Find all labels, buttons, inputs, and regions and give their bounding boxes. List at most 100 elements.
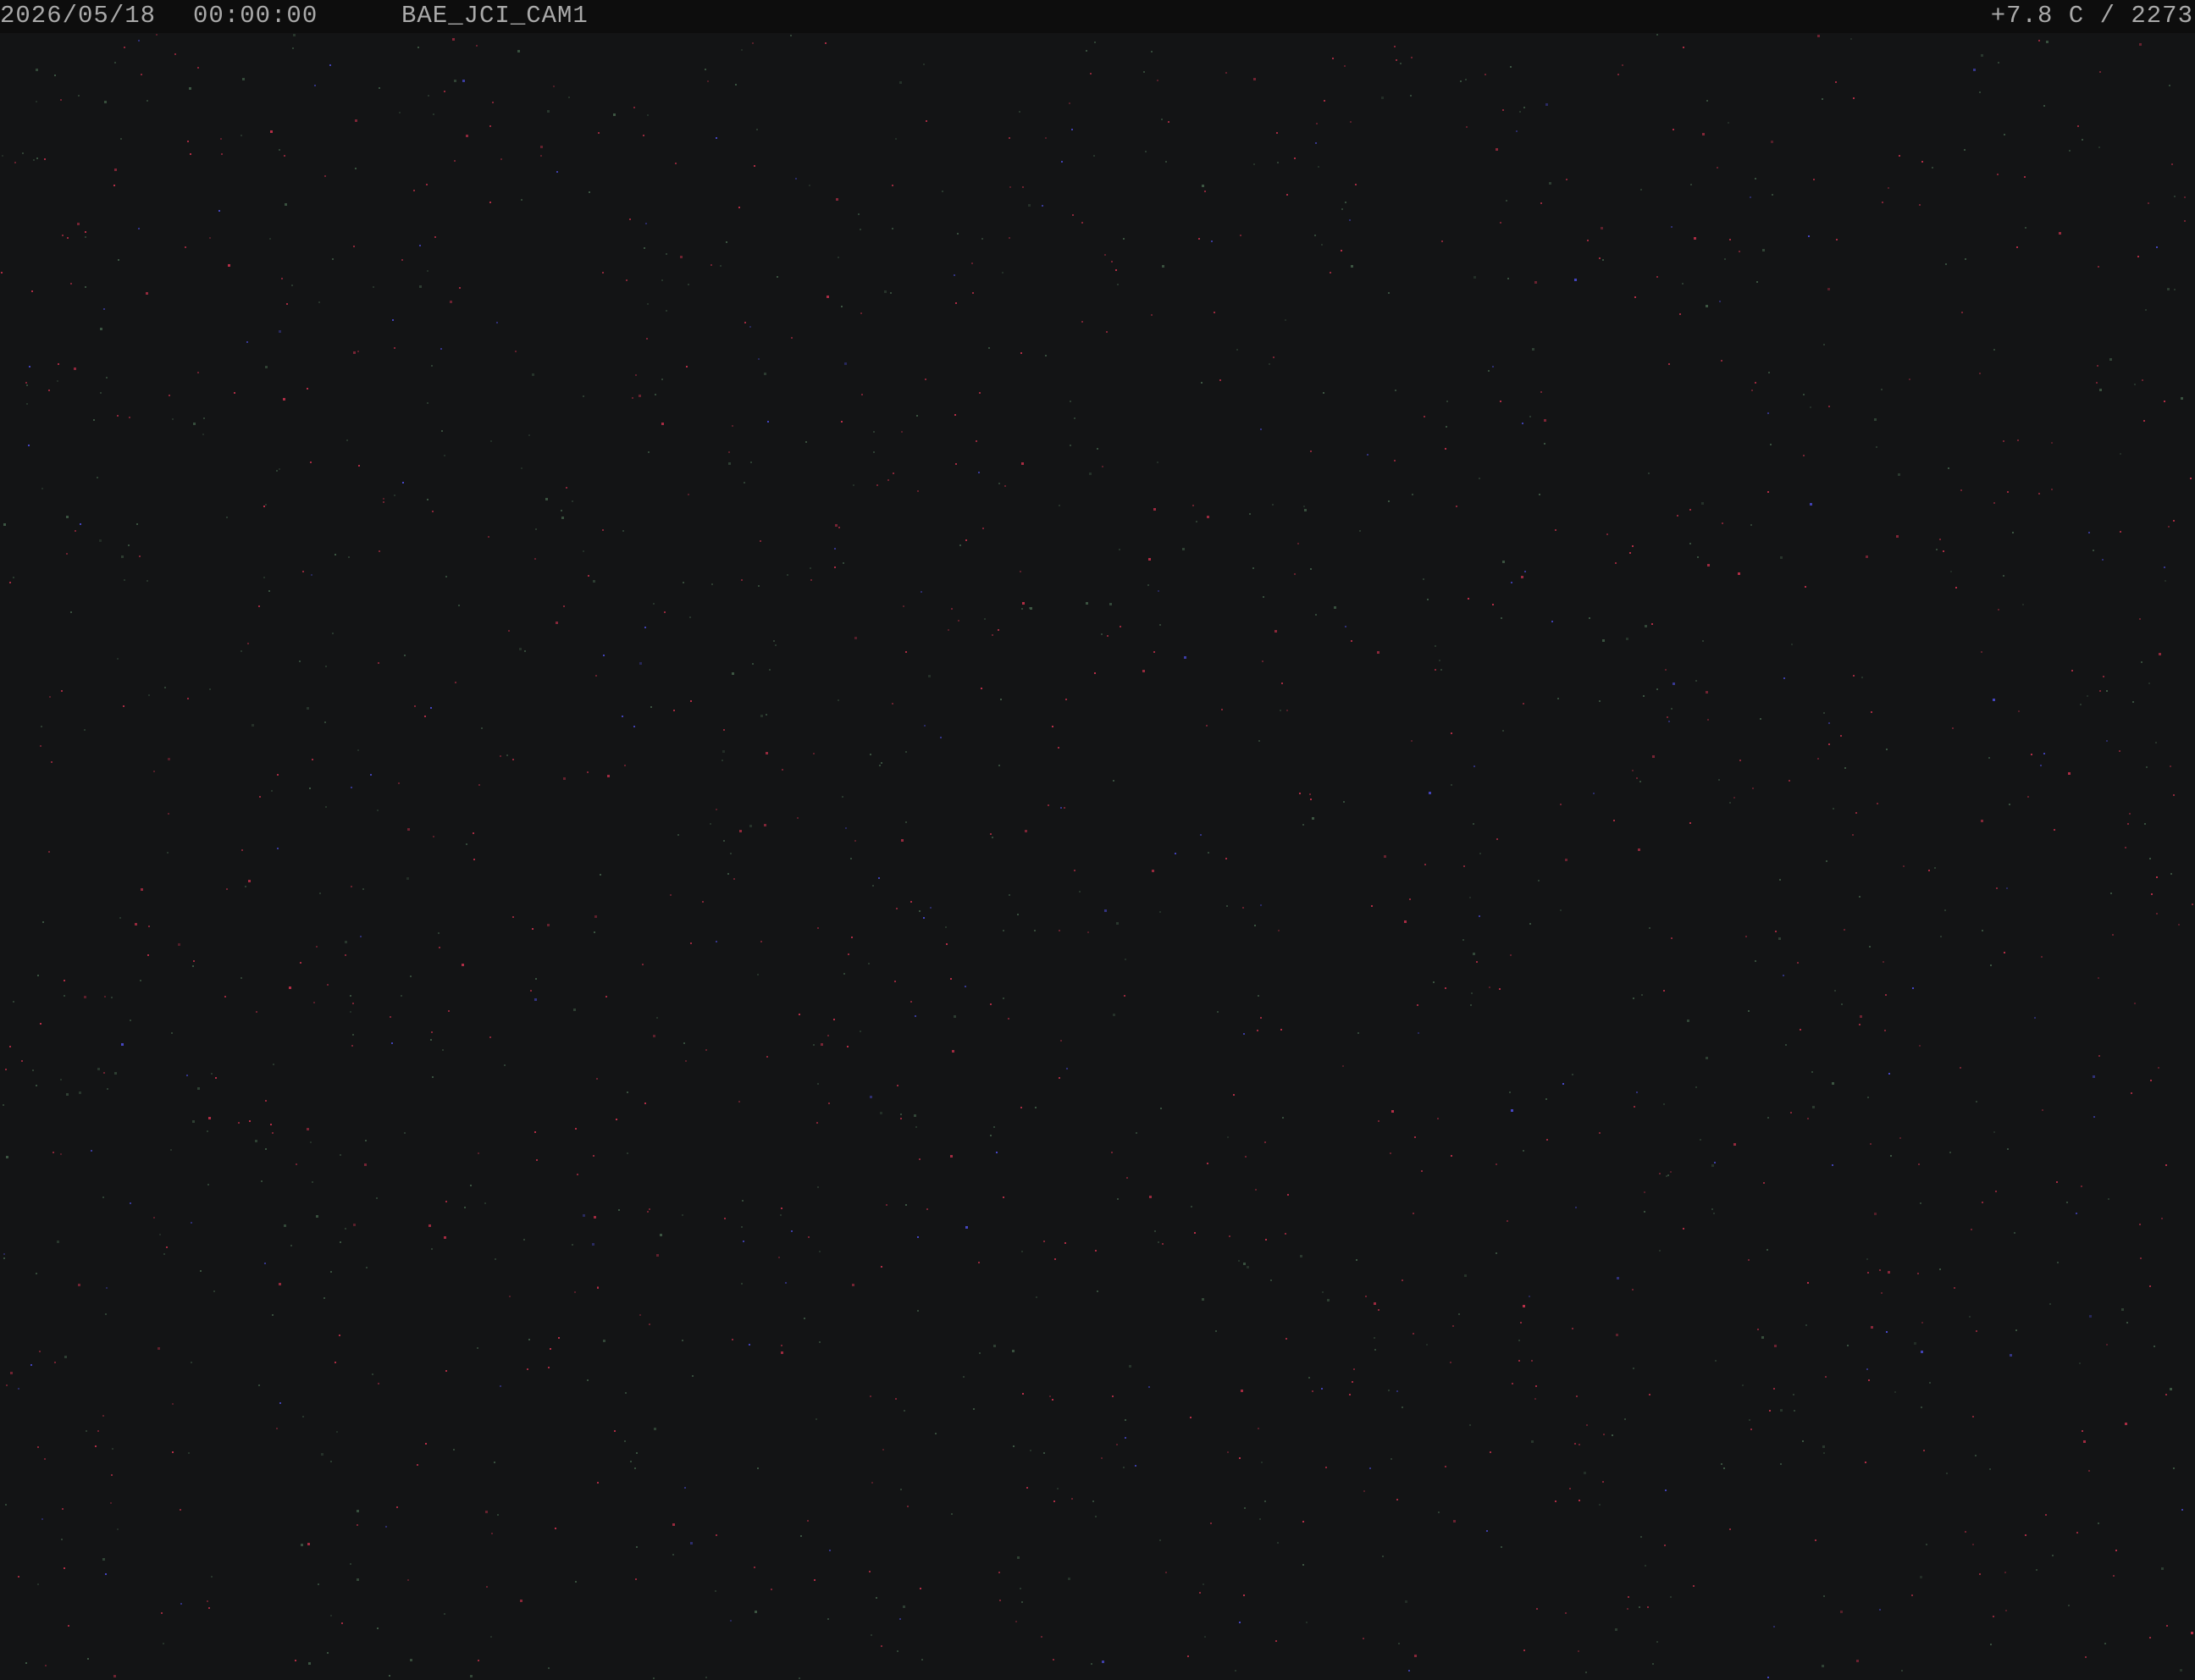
hot-pixel [817, 927, 819, 929]
hot-pixel [1665, 1489, 1667, 1491]
hot-pixel [64, 1356, 67, 1358]
sky-background [0, 0, 2195, 1680]
hot-pixel [36, 158, 38, 159]
hot-pixel [301, 1544, 303, 1546]
hot-pixel [981, 688, 982, 689]
hot-pixel [666, 253, 667, 255]
hot-pixel [2155, 742, 2157, 743]
hot-pixel [113, 1675, 116, 1677]
hot-pixel [36, 69, 38, 71]
hot-pixel [1523, 1150, 1524, 1152]
hot-pixel [757, 1467, 759, 1469]
hot-pixel [1934, 867, 1936, 869]
hot-pixel [1524, 571, 1526, 572]
hot-pixel [1225, 858, 1227, 859]
hot-pixel [919, 910, 921, 912]
hot-pixel [1391, 1458, 1392, 1460]
hot-pixel [324, 721, 326, 723]
hot-pixel [897, 1085, 898, 1086]
hot-pixel [1928, 870, 1930, 871]
hot-pixel [1663, 1103, 1665, 1105]
hot-pixel [688, 494, 689, 495]
hot-pixel [1332, 58, 1334, 59]
hot-pixel [329, 64, 331, 66]
hot-pixel [614, 1430, 616, 1432]
hot-pixel [988, 347, 990, 349]
hot-pixel [1165, 1572, 1167, 1573]
hot-pixel [851, 937, 853, 938]
hot-pixel [351, 886, 352, 887]
hot-pixel [1671, 937, 1673, 939]
hot-pixel [310, 461, 312, 463]
hot-pixel [2110, 892, 2112, 894]
hot-pixel [899, 81, 902, 84]
hot-pixel [1894, 1391, 1896, 1393]
hot-pixel [1574, 1443, 1576, 1445]
hot-pixel [197, 372, 199, 373]
hot-pixel [1030, 1450, 1031, 1451]
hot-pixel [1017, 1556, 1020, 1559]
hot-pixel [226, 888, 228, 890]
hot-pixel [1602, 1481, 1604, 1483]
hot-pixel [1321, 244, 1323, 246]
hot-pixel [1867, 1272, 1869, 1274]
hot-pixel [455, 682, 456, 683]
hot-pixel [1805, 586, 1806, 588]
hot-pixel [1460, 80, 1462, 82]
hot-pixel [2059, 232, 2061, 235]
hot-pixel [1074, 870, 1075, 871]
hot-pixel [1879, 1609, 1881, 1611]
hot-pixel [1119, 549, 1120, 550]
hot-pixel [752, 42, 754, 44]
hot-pixel [307, 1543, 310, 1545]
hot-pixel [1700, 1139, 1701, 1141]
hot-pixel [238, 1122, 240, 1124]
hot-pixel [1086, 602, 1088, 605]
hot-pixel [1822, 1665, 1824, 1667]
hot-pixel [1683, 47, 1684, 48]
hot-pixel [643, 135, 644, 136]
hot-pixel [1500, 222, 1501, 224]
hot-pixel [1549, 182, 1551, 185]
hot-pixel [834, 566, 836, 568]
hot-pixel [2181, 397, 2183, 400]
hot-pixel [1633, 998, 1634, 999]
hot-pixel [1929, 1382, 1931, 1384]
overlay-camera-name: BAE_JCI_CAM1 [401, 2, 589, 30]
hot-pixel [1496, 148, 1498, 151]
hot-pixel [622, 716, 623, 717]
hot-pixel [192, 1120, 195, 1123]
hot-pixel [563, 777, 566, 780]
hot-pixel [1402, 1406, 1403, 1408]
hot-pixel [1243, 1263, 1246, 1265]
hot-pixel [3, 1104, 4, 1106]
hot-pixel [1199, 1592, 1201, 1594]
hot-pixel [1975, 1455, 1977, 1456]
hot-pixel [70, 283, 72, 285]
hot-pixel [1101, 633, 1103, 635]
hot-pixel [389, 1675, 390, 1677]
hot-pixel [167, 852, 169, 854]
hot-pixel [75, 530, 76, 532]
hot-pixel [1363, 1638, 1364, 1639]
hot-pixel [1423, 578, 1424, 580]
hot-pixel [284, 155, 285, 157]
hot-pixel [1028, 204, 1031, 207]
hot-pixel [1626, 638, 1628, 640]
hot-pixel [391, 1042, 393, 1044]
hot-pixel [417, 47, 419, 48]
hot-pixel [895, 1398, 897, 1400]
hot-pixel [1294, 158, 1296, 159]
hot-pixel [710, 823, 711, 825]
hot-pixel [1689, 822, 1691, 824]
hot-pixel [163, 1643, 164, 1644]
hot-pixel [1152, 870, 1154, 872]
hot-pixel [1836, 239, 1838, 240]
hot-pixel [42, 921, 44, 923]
hot-pixel [1632, 1289, 1634, 1290]
hot-pixel [1529, 1296, 1530, 1297]
hot-pixel [978, 1262, 980, 1263]
hot-pixel [588, 575, 589, 577]
hot-pixel [870, 754, 871, 755]
hot-pixel [1388, 500, 1390, 502]
